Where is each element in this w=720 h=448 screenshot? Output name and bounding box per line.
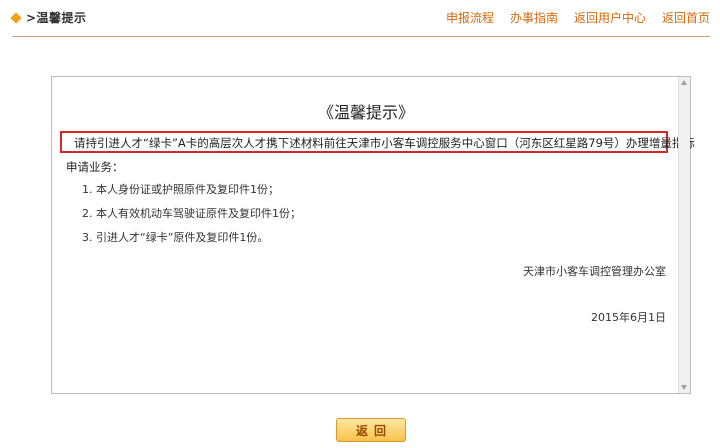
notice-panel: 《温馨提示》 请持引进人才“绿卡”A卡的高层次人才携下述材料前往天津市小客车调控… bbox=[51, 76, 695, 394]
top-bar: >温馨提示 申报流程 办事指南 返回用户中心 返回首页 bbox=[0, 0, 720, 36]
scroll-up-icon[interactable] bbox=[681, 80, 687, 85]
issue-date: 2015年6月1日 bbox=[591, 311, 666, 324]
breadcrumb-text: >温馨提示 bbox=[26, 11, 87, 25]
top-nav: 申报流程 办事指南 返回用户中心 返回首页 bbox=[446, 9, 710, 26]
vertical-scrollbar[interactable] bbox=[678, 77, 690, 393]
notice-main-text-cont: 申请业务： bbox=[66, 160, 124, 174]
scroll-down-icon[interactable] bbox=[681, 385, 687, 390]
notice-title: 《温馨提示》 bbox=[317, 103, 414, 122]
nav-back-user-center[interactable]: 返回用户中心 bbox=[574, 9, 646, 26]
breadcrumb: >温馨提示 bbox=[10, 9, 87, 26]
header-divider bbox=[12, 36, 710, 37]
notice-content: 《温馨提示》 请持引进人才“绿卡”A卡的高层次人才携下述材料前往天津市小客车调控… bbox=[52, 77, 695, 393]
requirements-list: 1. 本人身份证或护照原件及复印件1份； 2. 本人有效机动车驾驶证原件及复印件… bbox=[82, 183, 301, 255]
diamond-bullet-icon bbox=[10, 11, 22, 24]
nav-service-guide[interactable]: 办事指南 bbox=[510, 9, 558, 26]
issuer-signature: 天津市小客车调控管理办公室 bbox=[523, 265, 666, 278]
list-item: 1. 本人身份证或护照原件及复印件1份； bbox=[82, 183, 279, 196]
list-item: 2. 本人有效机动车驾驶证原件及复印件1份； bbox=[82, 207, 301, 220]
nav-back-home[interactable]: 返回首页 bbox=[662, 9, 710, 26]
nav-apply-process[interactable]: 申报流程 bbox=[446, 9, 494, 26]
list-item: 3. 引进人才“绿卡”原件及复印件1份。 bbox=[82, 231, 269, 244]
notice-main-text: 请持引进人才“绿卡”A卡的高层次人才携下述材料前往天津市小客车调控服务中心窗口（… bbox=[74, 136, 695, 150]
back-button[interactable]: 返回 bbox=[336, 418, 406, 442]
